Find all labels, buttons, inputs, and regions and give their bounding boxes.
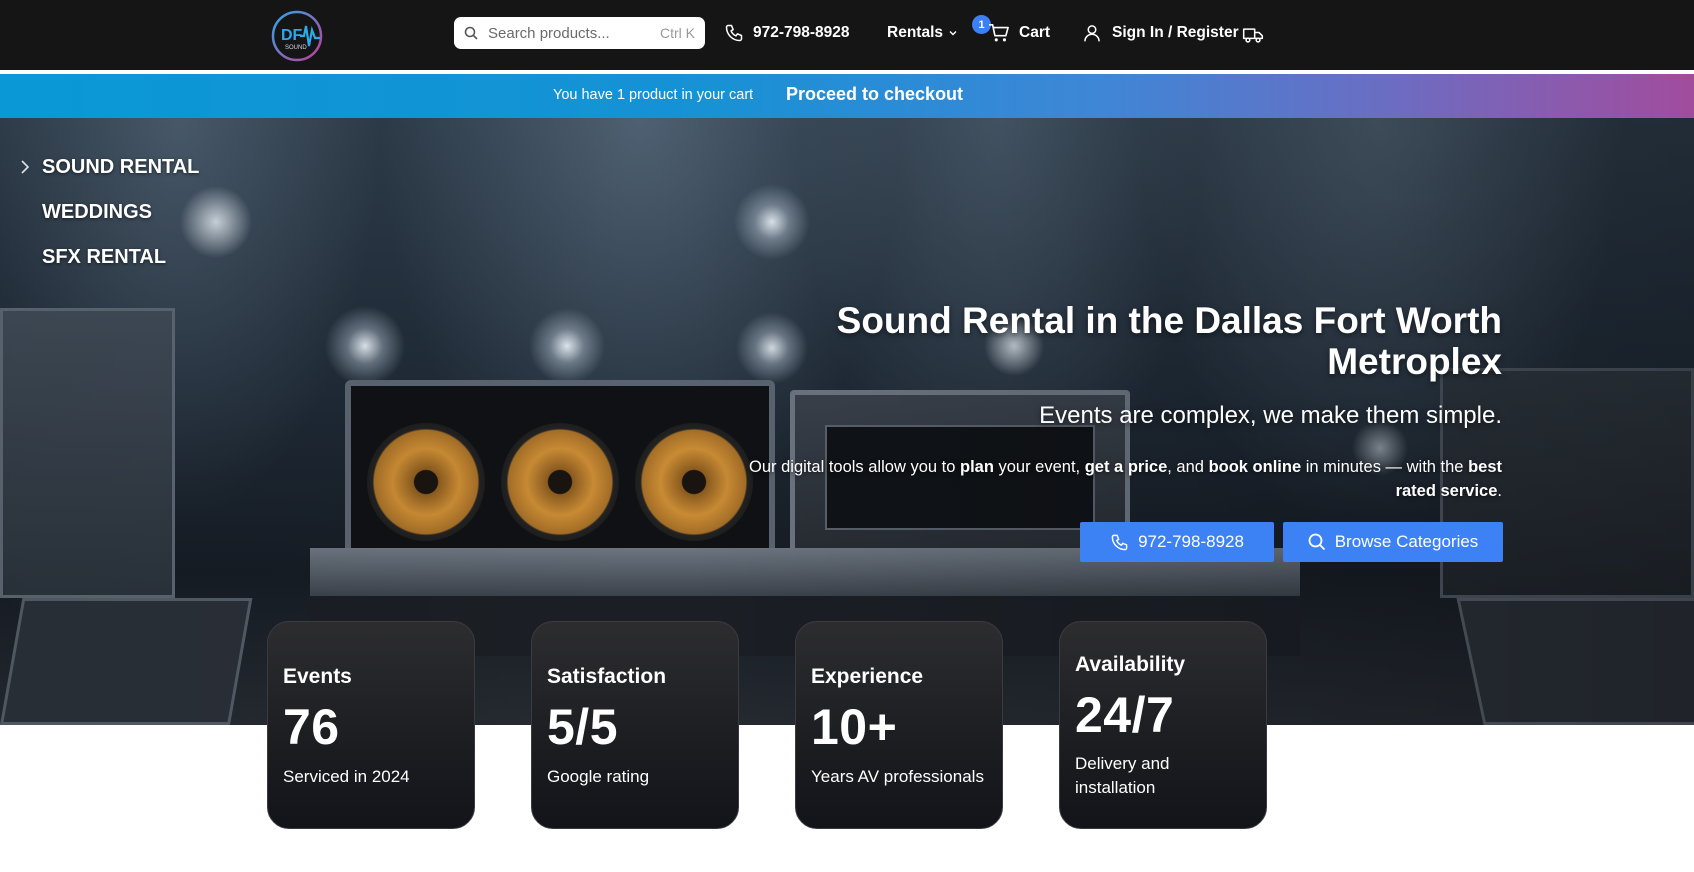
search-icon — [1308, 533, 1325, 551]
stat-value: 24/7 — [1075, 687, 1175, 743]
rentals-label: Rentals — [887, 24, 943, 41]
chevron-right-icon — [21, 160, 30, 174]
phone-icon — [725, 24, 743, 42]
stat-card-availability: Availability 24/7 Delivery and installat… — [1059, 621, 1267, 829]
search-bar[interactable]: Ctrl K — [454, 17, 705, 49]
side-menu-item-sound-rental[interactable]: SOUND RENTAL — [20, 156, 199, 179]
call-phone-button[interactable]: 972-798-8928 — [1080, 522, 1274, 562]
side-menu-label: WEDDINGS — [42, 201, 152, 223]
stat-label: Satisfaction — [547, 665, 667, 688]
stat-value: 5/5 — [547, 699, 619, 755]
hero-subtitle: Events are complex, we make them simple. — [1039, 402, 1502, 429]
header-phone-link[interactable]: 972-798-8928 — [724, 20, 850, 46]
cart-banner: You have 1 product in your cart Proceed … — [0, 74, 1694, 118]
cart-link[interactable]: Cart — [988, 20, 1050, 46]
side-menu-label: SFX RENTAL — [42, 246, 167, 268]
stat-description: Google rating — [547, 767, 650, 786]
cart-banner-message: You have 1 product in your cart — [553, 87, 754, 103]
search-shortcut: Ctrl K — [660, 25, 695, 41]
stat-card-experience: Experience 10+ Years AV professionals — [795, 621, 1003, 829]
stat-label: Events — [283, 665, 352, 688]
stat-value: 10+ — [811, 699, 898, 755]
stat-label: Experience — [811, 665, 924, 688]
hero-title: Sound Rental in the Dallas Fort Worth Me… — [836, 300, 1502, 382]
side-menu-item-weddings[interactable]: WEDDINGS — [20, 201, 199, 224]
dfw-sound-logo[interactable]: DF SOUND — [270, 8, 326, 64]
search-input[interactable] — [488, 24, 648, 42]
svg-text:SOUND: SOUND — [285, 45, 307, 51]
hero-description: Our digital tools allow you to plan your… — [749, 458, 1502, 500]
sign-in-link[interactable]: Sign In / Register — [1082, 20, 1239, 46]
stat-value: 76 — [283, 699, 340, 755]
side-menu-item-sfx-rental[interactable]: SFX RENTAL — [20, 246, 199, 269]
chevron-down-icon — [949, 31, 957, 36]
browse-categories-button[interactable]: Browse Categories — [1283, 522, 1503, 562]
stat-card-satisfaction: Satisfaction 5/5 Google rating — [531, 621, 739, 829]
delivery-link[interactable] — [1242, 22, 1264, 48]
category-side-menu: SOUND RENTAL WEDDINGS SFX RENTAL — [20, 156, 199, 291]
proceed-to-checkout-link[interactable]: Proceed to checkout — [786, 84, 963, 105]
sign-in-label: Sign In / Register — [1112, 24, 1239, 41]
rentals-menu[interactable]: Rentals — [887, 20, 958, 46]
cart-icon — [989, 24, 1009, 42]
browse-categories-label: Browse Categories — [1334, 532, 1479, 551]
stat-description: Serviced in 2024 — [283, 767, 410, 786]
stat-description: Delivery and installation — [1075, 754, 1170, 797]
site-header: DF SOUND Ctrl K 972-798-8928 Rentals 1 C… — [0, 0, 1694, 72]
stat-label: Availability — [1075, 653, 1186, 676]
call-phone-label: 972-798-8928 — [1138, 532, 1244, 551]
search-icon — [464, 26, 478, 40]
user-icon — [1084, 25, 1100, 42]
side-menu-label: SOUND RENTAL — [42, 156, 200, 178]
truck-icon — [1242, 28, 1264, 43]
svg-text:DF: DF — [281, 27, 303, 44]
header-phone-text: 972-798-8928 — [753, 24, 850, 41]
stat-card-events: Events 76 Serviced in 2024 — [267, 621, 475, 829]
stat-description: Years AV professionals — [811, 767, 984, 786]
cart-label: Cart — [1019, 24, 1051, 41]
phone-icon — [1111, 534, 1128, 550]
